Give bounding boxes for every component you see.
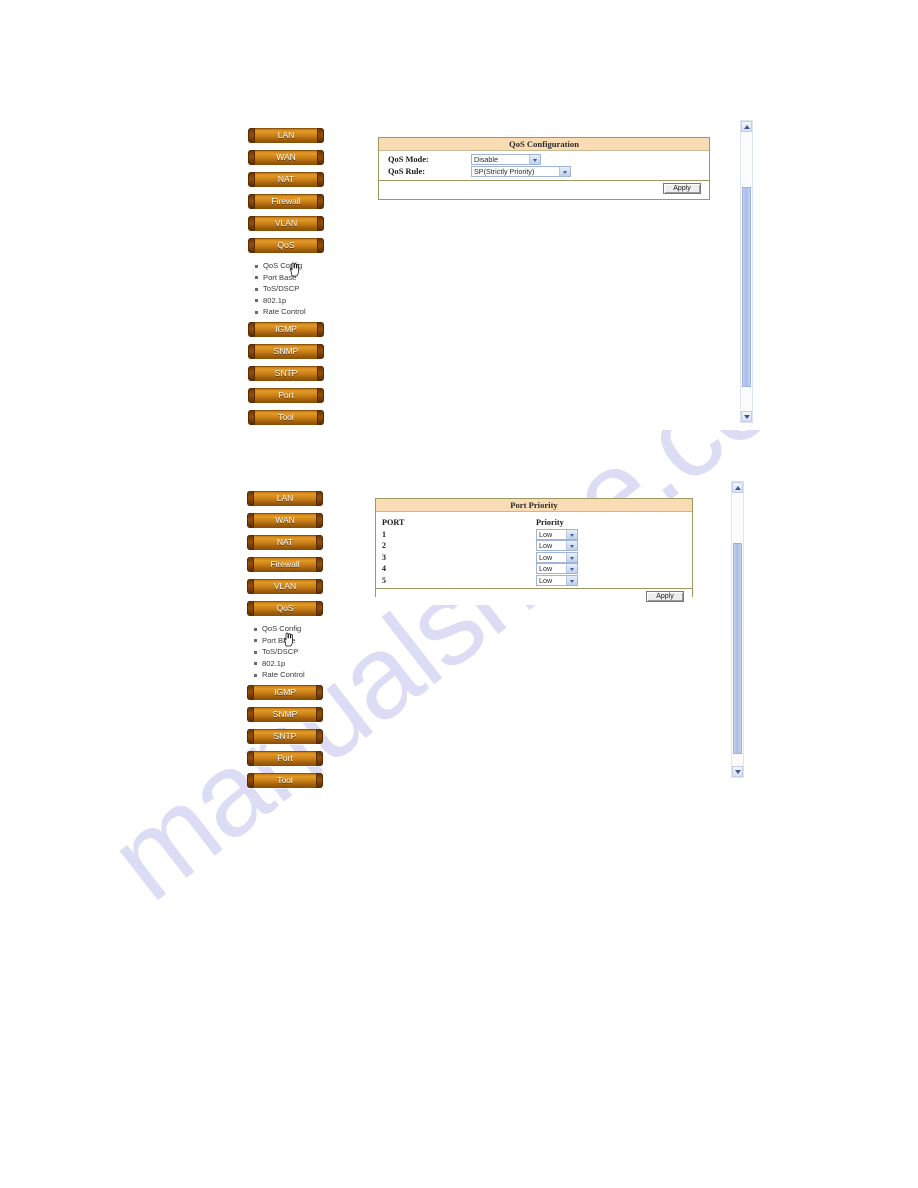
priority-column: Priority Low Low Low Low Low xyxy=(536,517,656,586)
scroll-down-arrow-icon[interactable] xyxy=(732,766,743,777)
priority-cell: Low xyxy=(536,540,656,552)
panel-title: Port Priority xyxy=(376,499,692,512)
scrollbar-thumb[interactable] xyxy=(733,543,742,754)
submenu-item-802-1p[interactable]: 802.1p xyxy=(253,658,327,670)
priority-select-port-4[interactable]: Low xyxy=(536,563,578,575)
priority-value: Low xyxy=(539,552,553,562)
sidebar-item-nat[interactable]: NAT xyxy=(247,535,323,550)
sidebar-item-firewall[interactable]: Firewall xyxy=(247,557,323,572)
sidebar-item-label: SNMP xyxy=(272,708,298,719)
priority-value: Low xyxy=(539,530,553,539)
submenu-item-rate-control[interactable]: Rate Control xyxy=(253,669,327,681)
vertical-scrollbar[interactable] xyxy=(731,481,744,778)
priority-select-port-2[interactable]: Low xyxy=(536,540,578,552)
scroll-up-arrow-icon[interactable] xyxy=(732,482,743,493)
sidebar-item-port[interactable]: Port xyxy=(247,750,323,766)
sidebar-item-wan[interactable]: WAN xyxy=(247,513,323,528)
sidebar-item-vlan[interactable]: VLAN xyxy=(247,579,323,594)
screenshot-port-priority: LAN WAN NAT Firewall VLAN QoS QoS Config… xyxy=(0,0,918,800)
qos-submenu: QoS Config Port Base ToS/DSCP 802.1p Rat… xyxy=(247,623,327,681)
sidebar-item-lan[interactable]: LAN xyxy=(247,491,323,506)
submenu-item-port-base[interactable]: Port Base xyxy=(253,635,327,647)
panel-body: PORT 1 2 3 4 5 Priority Low Low Low Low … xyxy=(376,512,692,588)
sidebar-item-qos[interactable]: QoS xyxy=(247,601,323,616)
sidebar-item-label: SNTP xyxy=(273,730,297,741)
chevron-down-icon xyxy=(566,575,577,585)
priority-cell: Low xyxy=(536,529,656,540)
chevron-down-icon xyxy=(566,530,577,539)
sidebar-item-label: LAN xyxy=(276,493,294,503)
chevron-down-icon xyxy=(566,564,577,574)
sidebar-item-label: Port xyxy=(277,752,293,763)
priority-value: Low xyxy=(539,564,553,574)
port-column-header: PORT xyxy=(382,518,405,527)
sidebar-item-label: WAN xyxy=(275,515,295,525)
priority-value: Low xyxy=(539,575,553,585)
sidebar-item-label: VLAN xyxy=(273,581,297,591)
sidebar-item-tool[interactable]: Tool xyxy=(247,772,323,788)
priority-select-port-5[interactable]: Low xyxy=(536,574,578,586)
sidebar-item-label: Firewall xyxy=(270,559,300,569)
submenu-item-tos-dscp[interactable]: ToS/DSCP xyxy=(253,646,327,658)
table-row: 1 xyxy=(382,530,386,539)
apply-button[interactable]: Apply xyxy=(646,590,684,602)
sidebar-port-base-panel: LAN WAN NAT Firewall VLAN QoS QoS Config… xyxy=(247,491,327,795)
submenu-item-qos-config[interactable]: QoS Config xyxy=(253,623,327,635)
table-row: 2 xyxy=(382,541,386,551)
sidebar-item-label: Tool xyxy=(277,774,293,785)
port-priority-table: PORT 1 2 3 4 5 Priority Low Low Low Low … xyxy=(376,515,692,586)
sidebar-item-label: QoS xyxy=(276,603,294,613)
sidebar-item-label: IGMP xyxy=(274,686,296,697)
priority-column-header: Priority xyxy=(536,518,564,527)
sidebar-item-igmp[interactable]: IGMP xyxy=(247,684,323,700)
chevron-down-icon xyxy=(566,552,577,562)
port-column: PORT 1 2 3 4 5 xyxy=(376,517,536,586)
port-priority-panel: Port Priority PORT 1 2 3 4 5 Priority Lo… xyxy=(375,498,693,605)
sidebar-item-snmp[interactable]: SNMP xyxy=(247,706,323,722)
priority-cell: Low xyxy=(536,551,656,563)
sidebar-item-label: NAT xyxy=(276,537,294,547)
table-row: 5 xyxy=(382,575,386,585)
sidebar-item-sntp[interactable]: SNTP xyxy=(247,728,323,744)
priority-cell: Low xyxy=(536,563,656,575)
table-row: 4 xyxy=(382,564,386,574)
priority-select-port-1[interactable]: Low xyxy=(536,529,578,540)
panel-footer: Apply xyxy=(376,587,692,605)
priority-cell: Low xyxy=(536,574,656,586)
chevron-down-icon xyxy=(566,541,577,551)
table-row: 3 xyxy=(382,552,386,562)
priority-select-port-3[interactable]: Low xyxy=(536,551,578,563)
priority-value: Low xyxy=(539,541,553,551)
